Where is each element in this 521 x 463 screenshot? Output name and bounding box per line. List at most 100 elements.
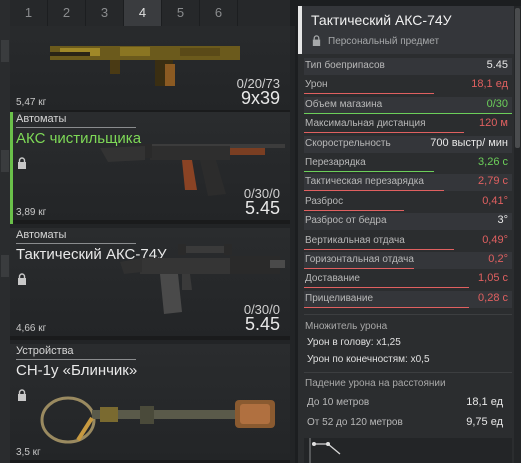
stat-label: Тактическая перезарядка bbox=[305, 176, 424, 188]
inventory-tabs: 1 2 3 4 5 6 bbox=[10, 0, 290, 26]
category-divider bbox=[16, 359, 136, 360]
stat-row: Перезарядка 3,26 с bbox=[304, 155, 512, 172]
falloff-value: 9,75 ед bbox=[466, 416, 503, 428]
stat-value: 2,79 с bbox=[478, 175, 508, 188]
stat-row: Тип боеприпасов 5.45 bbox=[304, 58, 512, 75]
strip-marker bbox=[1, 255, 9, 277]
stat-row: Прицеливание 0,28 с bbox=[304, 290, 512, 308]
caliber-label: 5.45 bbox=[244, 314, 280, 334]
tab-5[interactable]: 5 bbox=[162, 0, 200, 26]
stat-row: Тактическая перезарядка 2,79 с bbox=[304, 174, 512, 192]
item-weight: 5,47 кг bbox=[16, 97, 47, 108]
tab-4[interactable]: 4 bbox=[124, 0, 162, 26]
stat-row: Урон 18,1 ед bbox=[304, 77, 512, 95]
stat-compare-bar bbox=[304, 268, 414, 269]
tab-1[interactable]: 1 bbox=[10, 0, 48, 26]
inventory-card-pancake-device[interactable]: Устройства СН-1у «Блинчик» 3,5 кг bbox=[10, 344, 290, 463]
item-category: Автоматы bbox=[16, 113, 67, 125]
item-name: СН-1у «Блинчик» bbox=[16, 362, 138, 379]
inventory-card-vintorez[interactable]: 5,47 кг 0/20/73 9х39 bbox=[10, 26, 290, 114]
stat-label: Максимальная дистанция bbox=[305, 118, 426, 130]
stat-label: Доставание bbox=[305, 273, 360, 285]
lock-icon bbox=[18, 389, 26, 401]
stat-compare-bar bbox=[304, 209, 404, 211]
stat-compare-bar bbox=[304, 306, 469, 308]
panel-scrollbar[interactable] bbox=[514, 6, 521, 463]
stat-compare-bar bbox=[304, 93, 434, 95]
stat-label: Перезарядка bbox=[305, 157, 366, 168]
left-edge-strip bbox=[0, 0, 10, 463]
stat-value: 0,28 с bbox=[478, 291, 508, 304]
tab-2[interactable]: 2 bbox=[48, 0, 86, 26]
caliber-label: 9х39 bbox=[240, 88, 280, 108]
inventory-card-tactical-aks74u[interactable]: Автоматы Тактический АКС-74У 4,66 кг 0/3… bbox=[10, 228, 290, 340]
selected-indicator bbox=[10, 112, 13, 224]
falloff-row: От 52 до 120 метров 9,75 ед bbox=[307, 416, 503, 428]
stat-value: 0,41° bbox=[482, 194, 508, 207]
stat-compare-bar bbox=[304, 287, 469, 289]
strip-marker bbox=[1, 40, 9, 62]
stat-value: 0,49° bbox=[482, 233, 508, 246]
inventory-list: 5,47 кг 0/20/73 9х39 Автоматы АКС чистил… bbox=[10, 26, 295, 463]
damage-falloff-title: Падение урона на расстоянии bbox=[305, 378, 446, 389]
stat-value: 3,26 с bbox=[478, 156, 508, 168]
head-multiplier: Урон в голову: x1,25 bbox=[307, 337, 401, 348]
item-subtitle: Персональный предмет bbox=[328, 36, 440, 47]
stat-row: Объем магазина 0/30 bbox=[304, 96, 512, 114]
stat-compare-bar bbox=[304, 171, 434, 172]
caliber-label: 5.45 bbox=[244, 198, 280, 218]
stat-label: Тип боеприпасов bbox=[305, 60, 385, 71]
stat-compare-bar bbox=[304, 132, 464, 134]
stat-value: 0/30 bbox=[486, 97, 508, 110]
category-divider bbox=[16, 243, 136, 244]
lock-icon bbox=[312, 35, 321, 46]
section-divider bbox=[304, 314, 512, 315]
stat-row: Максимальная дистанция 120 м bbox=[304, 116, 512, 134]
inventory-card-aks-cleaner[interactable]: Автоматы АКС чистильщика 3,89 кг 0/30/0 … bbox=[10, 112, 290, 224]
limb-multiplier: Урон по конечностям: x0,5 bbox=[307, 354, 430, 365]
stat-row: Скорострельность 700 выстр/ мин bbox=[304, 135, 512, 153]
lock-icon bbox=[18, 157, 26, 169]
stat-label: Урон bbox=[305, 79, 328, 91]
stat-row: Горизонтальная отдача 0,2° bbox=[304, 252, 512, 269]
section-divider bbox=[304, 372, 512, 373]
stat-label: Разброс от бедра bbox=[305, 215, 387, 227]
detector-device-image bbox=[40, 396, 275, 444]
item-category: Автоматы bbox=[16, 229, 67, 241]
stat-value: 1,05 с bbox=[478, 272, 508, 285]
item-weight: 3,89 кг bbox=[16, 207, 47, 218]
item-header: Тактический АКС-74У Персональный предмет bbox=[298, 6, 521, 54]
damage-falloff-graph bbox=[304, 438, 512, 463]
stat-value: 0,2° bbox=[488, 253, 508, 265]
falloff-value: 18,1 ед bbox=[466, 396, 503, 408]
damage-multiplier-title: Множитель урона bbox=[305, 321, 388, 332]
lock-icon bbox=[18, 273, 26, 285]
stat-label: Горизонтальная отдача bbox=[305, 254, 414, 265]
stat-value: 5.45 bbox=[486, 59, 508, 71]
stat-value: 3° bbox=[497, 214, 508, 227]
stat-row: Доставание 1,05 с bbox=[304, 271, 512, 289]
stat-row: Вертикальная отдача 0,49° bbox=[304, 233, 512, 250]
stat-compare-bar bbox=[304, 248, 454, 250]
stat-value: 120 м bbox=[479, 117, 508, 130]
stat-compare-bar bbox=[304, 190, 444, 192]
stat-row: Разброс от бедра 3° bbox=[304, 213, 512, 231]
stat-row: Разброс 0,41° bbox=[304, 194, 512, 211]
strip-marker bbox=[1, 150, 9, 172]
scrollbar-thumb[interactable] bbox=[515, 8, 520, 148]
falloff-label: От 52 до 120 метров bbox=[307, 417, 403, 428]
stat-compare-bar bbox=[304, 112, 512, 114]
stat-label: Разброс bbox=[305, 195, 344, 207]
item-title: Тактический АКС-74У bbox=[311, 12, 452, 28]
stat-value: 700 выстр/ мин bbox=[430, 136, 508, 149]
item-details-panel: Тактический АКС-74У Персональный предмет… bbox=[298, 6, 521, 463]
stat-label: Прицеливание bbox=[305, 292, 374, 304]
stat-label: Объем магазина bbox=[305, 98, 383, 110]
tab-3[interactable]: 3 bbox=[86, 0, 124, 26]
item-weight: 3,5 кг bbox=[16, 447, 41, 458]
stat-label: Вертикальная отдача bbox=[305, 234, 405, 246]
tab-6[interactable]: 6 bbox=[200, 0, 238, 26]
stat-value: 18,1 ед bbox=[471, 78, 508, 91]
camo-rifle-image bbox=[50, 46, 240, 86]
falloff-label: До 10 метров bbox=[307, 397, 370, 408]
